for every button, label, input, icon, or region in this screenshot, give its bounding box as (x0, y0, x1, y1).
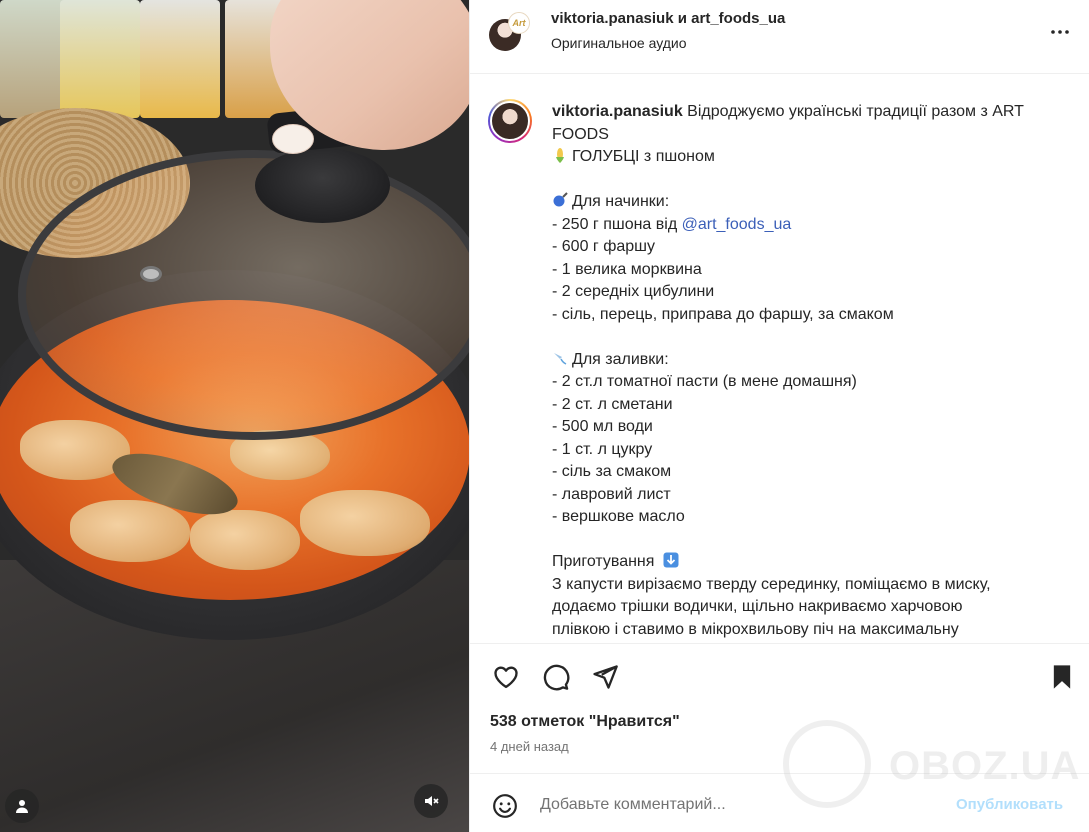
tagged-users-button[interactable] (5, 789, 39, 823)
smiley-icon (493, 794, 517, 818)
more-horizontal-icon (1051, 30, 1069, 34)
post-authors: viktoria.panasiuk и art_foods_ua (551, 10, 785, 27)
paper-plane-icon (593, 665, 618, 689)
ingredient-line: - сіль, перець, приправа до фаршу, за см… (552, 305, 894, 323)
corn-icon (556, 148, 564, 163)
fingernail (272, 124, 314, 154)
cabbage-roll (70, 500, 190, 562)
emoji-button[interactable] (490, 791, 520, 821)
caption: viktoria.panasiuk Відроджуємо українські… (552, 101, 1072, 641)
caption-avatar[interactable] (488, 99, 532, 143)
method-line: плівкою і ставимо в мікрохвильову піч на… (552, 620, 959, 638)
post-header: Art viktoria.panasiuk и art_foods_ua Ори… (470, 0, 1089, 74)
glass-lid (18, 150, 469, 440)
audio-link[interactable]: Оригинальное аудио (551, 35, 687, 51)
caption-scroll-area[interactable]: viktoria.panasiuk Відроджуємо українські… (470, 75, 1089, 643)
post-actions: 538 отметок "Нравится" 4 дней назад (470, 643, 1089, 773)
muted-speaker-icon (425, 796, 439, 806)
comment-bar: Опубликовать (470, 773, 1089, 832)
sauce-line: - 500 мл води (552, 418, 653, 435)
ingredient-line: - 1 велика морквина (552, 260, 702, 278)
comment-button[interactable] (540, 661, 572, 693)
share-button[interactable] (589, 661, 621, 693)
pouring-icon (554, 352, 567, 365)
author-link[interactable]: viktoria.panasiuk (551, 10, 674, 27)
ingredient-line: - 600 г фаршу (552, 238, 655, 255)
ingredient-text: - 250 г пшона від (552, 215, 682, 233)
method-line: З капусти вирізаємо тверду серединку, по… (552, 575, 991, 593)
down-arrow-icon (663, 552, 679, 568)
sauce-line: - 1 ст. л цукру (552, 440, 653, 458)
more-options-button[interactable] (1048, 20, 1072, 44)
lid-knob (255, 148, 390, 223)
lid-vent (140, 266, 162, 282)
filling-title: Для начинки: (572, 193, 670, 210)
sauce-title: Для заливки: (572, 350, 669, 368)
method-title: Приготування (552, 553, 655, 570)
cabbage-roll (300, 490, 430, 556)
post-date[interactable]: 4 дней назад (490, 739, 569, 754)
sauce-line: - лавровий лист (552, 485, 671, 503)
ingredient-line: - 250 г пшона від @art_foods_ua (552, 214, 1072, 237)
post-details-panel: Art viktoria.panasiuk и art_foods_ua Ори… (469, 0, 1089, 832)
collaborator-link[interactable]: art_foods_ua (691, 10, 785, 27)
caption-username[interactable]: viktoria.panasiuk (552, 103, 683, 120)
likes-count[interactable]: 538 отметок "Нравится" (490, 713, 680, 731)
dish-name: ГОЛУБЦІ з пшоном (572, 148, 715, 165)
post-media[interactable] (0, 0, 469, 832)
sauce-line: - 2 ст. л сметани (552, 395, 673, 413)
sauce-line: - сіль за смаком (552, 463, 672, 480)
food-photo (0, 0, 469, 832)
method-line: додаємо трішки водички, щільно накриваєм… (552, 598, 963, 615)
frying-pan-icon (553, 192, 568, 207)
cabbage-roll (190, 510, 300, 570)
sauce-line: - вершкове масло (552, 508, 685, 525)
save-button[interactable] (1046, 661, 1078, 693)
grain-package (60, 0, 140, 118)
user-icon (16, 800, 28, 813)
comment-input[interactable] (540, 793, 940, 817)
mute-button[interactable] (414, 784, 448, 818)
mention-link[interactable]: @art_foods_ua (682, 216, 792, 233)
grain-package (140, 0, 220, 118)
collab-avatar[interactable]: Art (508, 12, 530, 34)
like-button[interactable] (490, 661, 522, 693)
heart-icon (494, 666, 518, 689)
sauce-line: - 2 ст.л томатної пасти (в мене домашня) (552, 373, 857, 390)
bookmark-icon (1053, 665, 1071, 689)
ingredient-line: - 2 середніх цибулини (552, 283, 715, 300)
collab-logo: Art (512, 18, 526, 28)
comment-bubble-icon (543, 664, 570, 691)
publish-button[interactable]: Опубликовать (956, 796, 1063, 813)
authors-joiner: и (677, 10, 687, 27)
